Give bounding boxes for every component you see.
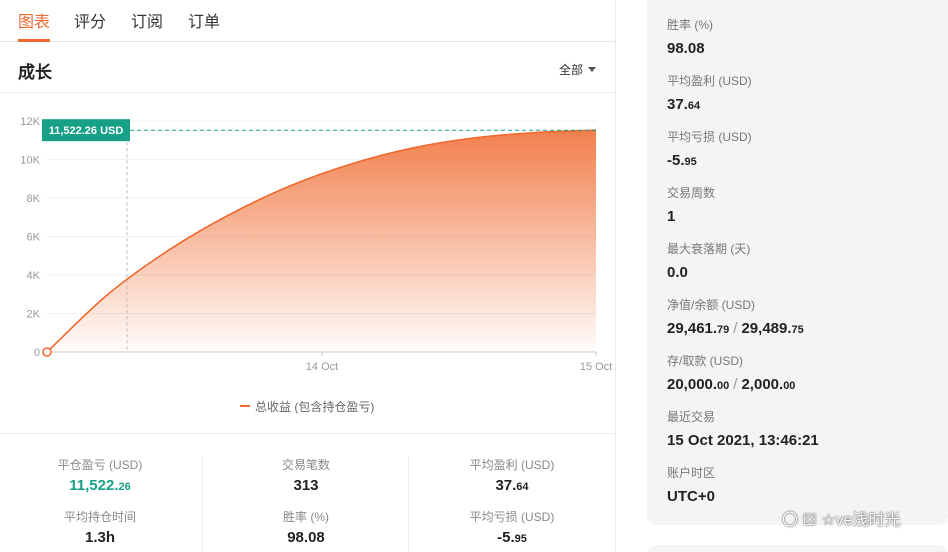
column-divider [202, 456, 203, 552]
summary-avg-profit: 平均盈利 (USD) 37.64 [667, 72, 752, 113]
summary-label: 平均盈利 (USD) [667, 74, 752, 88]
summary-label: 胜率 (%) [667, 18, 713, 32]
stat-label: 平均盈利 (USD) [469, 458, 555, 472]
range-filter-dropdown[interactable]: 全部 [559, 61, 596, 78]
stats-grid: 平仓盈亏 (USD) 11,522.26 交易笔数 313 平均盈利 (USD)… [0, 433, 616, 552]
tab-chart[interactable]: 图表 [18, 8, 50, 32]
summary-timezone: 账户时区 UTC+0 [667, 464, 715, 505]
tab-subscribe[interactable]: 订阅 [131, 8, 163, 32]
stat-avg-loss: 平均亏损 (USD) -5.95 [412, 508, 612, 546]
summary-card: 胜率 (%) 98.08 平均盈利 (USD) 37.64 平均亏损 (USD)… [647, 0, 948, 525]
stat-value: 98.08 [287, 529, 325, 546]
stat-label: 交易笔数 [281, 458, 330, 472]
summary-value: 1 [667, 208, 676, 225]
summary-equity-balance: 净值/余额 (USD) 29,461.79/29,489.75 [667, 296, 804, 337]
summary-card-next [647, 545, 948, 552]
stat-win-rate: 胜率 (%) 98.08 [206, 508, 406, 546]
series-start-point [42, 347, 52, 357]
summary-label: 平均亏损 (USD) [667, 130, 752, 144]
summary-value: 15 Oct 2021, 13:46:21 [667, 432, 819, 449]
y-tick-label: 4K [27, 270, 41, 282]
summary-win-rate: 胜率 (%) 98.08 [667, 16, 713, 57]
stat-label: 胜率 (%) [283, 510, 329, 524]
y-tick-label: 0 [34, 347, 40, 359]
stat-value: -5.95 [497, 529, 527, 546]
y-tick-label: 10K [20, 155, 40, 167]
summary-value: -5.95 [667, 152, 697, 169]
value-tag: 11,522.26 USD [42, 119, 130, 142]
legend-label: 总收益 (包含持仓盈亏) [255, 400, 375, 414]
stat-value: 1.3h [84, 529, 115, 546]
summary-last-trade: 最近交易 15 Oct 2021, 13:46:21 [667, 408, 819, 449]
summary-max-drawdown: 最大衰落期 (天) 0.0 [667, 240, 750, 281]
summary-value: 98.08 [667, 40, 705, 57]
stat-value: 313 [293, 477, 319, 494]
summary-label: 账户时区 [667, 466, 716, 480]
stat-trade-count: 交易笔数 313 [206, 456, 406, 494]
stat-label: 平仓盈亏 (USD) [57, 458, 143, 472]
legend-swatch [240, 405, 250, 407]
column-divider [408, 456, 409, 552]
section-header: 成长 全部 [0, 42, 616, 93]
y-tick-label: 2K [27, 309, 41, 321]
summary-value: UTC+0 [667, 488, 715, 505]
stat-value: 37.64 [495, 477, 529, 494]
x-tick-label: 15 Oct [580, 361, 612, 373]
chart-legend[interactable]: 总收益 (包含持仓盈亏) [240, 398, 374, 415]
summary-label: 最近交易 [667, 410, 716, 424]
stat-avg-hold-time: 平均持仓时间 1.3h [0, 508, 200, 546]
tab-rating[interactable]: 评分 [74, 8, 106, 32]
y-tick-label: 6K [27, 232, 41, 244]
stat-value: 11,522.26 [69, 477, 131, 494]
summary-label: 存/取款 (USD) [667, 354, 743, 368]
range-filter-label: 全部 [558, 63, 583, 77]
summary-label: 最大衰落期 (天) [667, 242, 751, 256]
summary-value: 37.64 [667, 96, 701, 113]
x-tick-label: 14 Oct [306, 361, 338, 373]
summary-trading-weeks: 交易周数 1 [667, 184, 715, 225]
growth-chart: 0 2K 4K 6K 8K 10K 12K 14 Oct 15 Oct 11,522.26 U… [20, 116, 612, 373]
y-axis: 0 2K 4K 6K 8K 10K 12K [20, 116, 40, 359]
section-title: 成长 [18, 63, 52, 82]
summary-label: 净值/余额 (USD) [667, 298, 755, 312]
stat-avg-profit: 平均盈利 (USD) 37.64 [412, 456, 612, 494]
summary-deposit-withdraw: 存/取款 (USD) 20,000.00/2,000.00 [667, 352, 795, 393]
value-tag-text: 11,522.26 USD [49, 125, 124, 137]
x-axis: 14 Oct 15 Oct [306, 352, 612, 373]
left-panel: 图表 评分 订阅 订单 成长 全部 0 2K 4K 6K 8K 10K 12K 14 Oct… [0, 0, 616, 552]
stat-closed-pnl: 平仓盈亏 (USD) 11,522.26 [0, 456, 200, 494]
stat-label: 平均亏损 (USD) [469, 510, 555, 524]
summary-value: 0.0 [667, 264, 688, 281]
series-area [47, 130, 596, 352]
caret-down-icon [588, 67, 596, 72]
summary-label: 交易周数 [667, 186, 716, 200]
summary-value: 20,000.00/2,000.00 [667, 376, 796, 393]
stat-label: 平均持仓时间 [63, 510, 136, 524]
summary-avg-loss: 平均亏损 (USD) -5.95 [667, 128, 752, 169]
tab-orders[interactable]: 订单 [188, 8, 220, 32]
y-tick-label: 12K [20, 116, 40, 128]
tab-bar: 图表 评分 订阅 订单 [0, 0, 616, 42]
y-tick-label: 8K [27, 193, 41, 205]
summary-value: 29,461.79/29,489.75 [667, 320, 804, 337]
watermark: 〇 ☒ ☆ve浅时光 [782, 512, 901, 529]
